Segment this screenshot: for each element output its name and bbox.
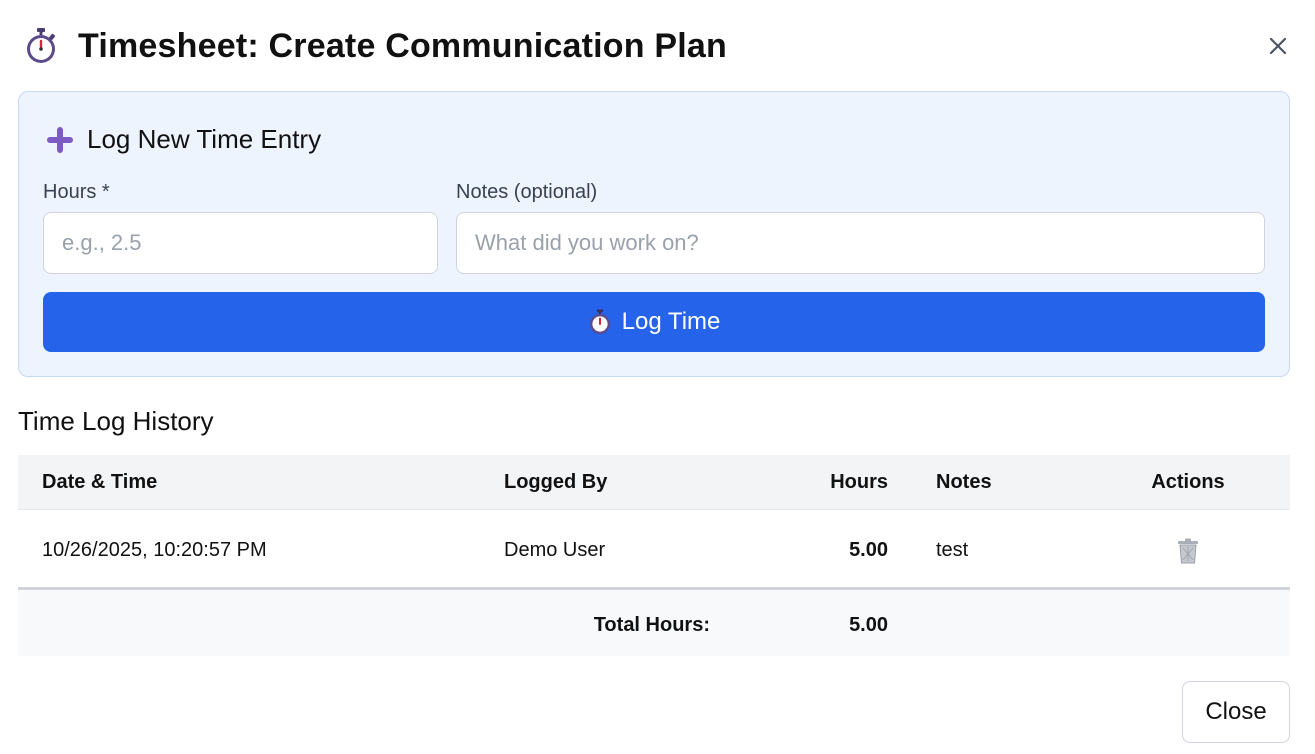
cell-date-time: 10/26/2025, 10:20:57 PM xyxy=(42,539,267,561)
log-entry-panel: Log New Time Entry Hours * Notes (option… xyxy=(18,91,1290,377)
trash-icon[interactable] xyxy=(1176,538,1200,564)
entry-heading: Log New Time Entry xyxy=(45,124,321,155)
notes-input[interactable] xyxy=(456,212,1265,274)
cell-notes: test xyxy=(936,539,969,561)
cell-hours: 5.00 xyxy=(849,539,888,561)
table-row: 10/26/2025, 10:20:57 PM Demo User 5.00 t… xyxy=(18,510,1290,590)
stopwatch-icon xyxy=(27,28,56,63)
log-time-label: Log Time xyxy=(621,308,721,335)
time-log-table: Date & Time Logged By Hours Notes Action… xyxy=(18,455,1290,656)
cell-logged-by: Demo User xyxy=(504,539,606,561)
plus-icon xyxy=(47,126,73,153)
column-header-actions: Actions xyxy=(1151,471,1225,493)
column-header-notes: Notes xyxy=(936,471,992,493)
total-hours-label: Total Hours: xyxy=(593,614,710,636)
close-icon[interactable] xyxy=(1265,33,1291,59)
dialog-header: Timesheet: Create Communication Plan xyxy=(24,24,727,68)
entry-heading-label: Log New Time Entry xyxy=(87,124,322,154)
column-header-date: Date & Time xyxy=(42,471,158,493)
hours-input[interactable] xyxy=(43,212,438,274)
notes-label: Notes (optional) xyxy=(456,181,598,203)
table-footer: Total Hours: 5.00 xyxy=(18,590,1290,656)
table-header: Date & Time Logged By Hours Notes Action… xyxy=(18,455,1290,510)
log-time-button[interactable]: Log Time xyxy=(43,292,1265,352)
history-heading: Time Log History xyxy=(18,406,214,436)
column-header-logged-by: Logged By xyxy=(504,471,608,493)
close-button[interactable]: Close xyxy=(1182,681,1290,743)
hours-label: Hours * xyxy=(43,181,110,203)
stopwatch-icon xyxy=(589,309,610,334)
total-hours-value: 5.00 xyxy=(849,614,888,636)
column-header-hours: Hours xyxy=(830,471,888,493)
dialog-title: Timesheet: Create Communication Plan xyxy=(78,26,727,65)
